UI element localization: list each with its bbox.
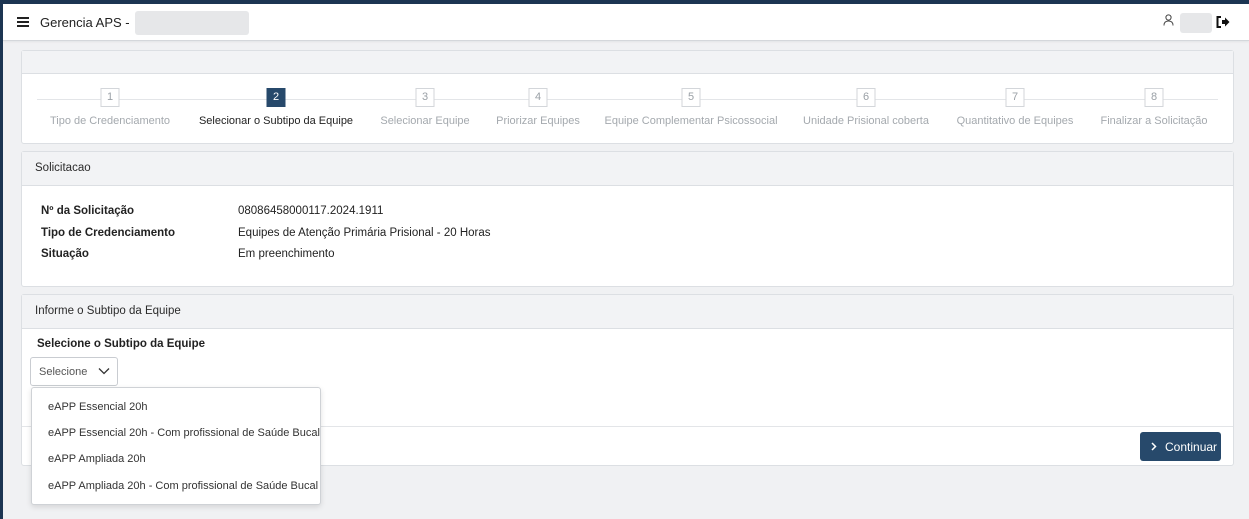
step-label: Unidade Prisional coberta bbox=[803, 115, 929, 127]
logout-icon[interactable] bbox=[1216, 16, 1230, 28]
chevron-down-icon bbox=[98, 368, 110, 375]
user-name bbox=[1180, 13, 1212, 33]
stepper-card-header bbox=[22, 51, 1233, 74]
top-navbar: Gerencia APS - bbox=[3, 4, 1249, 41]
step-number: 6 bbox=[856, 88, 876, 107]
dropdown-option[interactable]: eAPP Essencial 20h - Com profissional de… bbox=[48, 427, 320, 439]
step-label: Equipe Complementar Psicossocial bbox=[604, 115, 778, 127]
step-number: 2 bbox=[266, 88, 286, 107]
field-label: Situação bbox=[41, 248, 89, 260]
window-top-border bbox=[0, 0, 1249, 4]
solicitacao-card: Solicitacao Nº da Solicitação 0808645800… bbox=[21, 151, 1234, 287]
step-label: Selecionar Equipe bbox=[380, 115, 470, 127]
subtipo-dropdown-menu: eAPP Essencial 20h eAPP Essencial 20h - … bbox=[31, 387, 321, 505]
field-value: 08086458000117.2024.1911 bbox=[238, 205, 384, 217]
app-title: Gerencia APS - bbox=[40, 15, 130, 30]
step-label: Quantitativo de Equipes bbox=[956, 115, 1074, 127]
step-number: 7 bbox=[1005, 88, 1025, 107]
dropdown-option[interactable]: eAPP Ampliada 20h - Com profissional de … bbox=[48, 480, 318, 492]
solicitacao-card-title: Solicitacao bbox=[22, 152, 1233, 186]
field-value: Equipes de Atenção Primária Prisional - … bbox=[238, 227, 491, 239]
step-label: Selecionar o Subtipo da Equipe bbox=[198, 115, 354, 127]
step-label: Priorizar Equipes bbox=[496, 115, 580, 127]
subtipo-card-title: Informe o Subtipo da Equipe bbox=[22, 295, 1233, 329]
step-number: 1 bbox=[100, 88, 120, 107]
continue-button[interactable]: Continuar bbox=[1140, 432, 1221, 461]
chevron-right-icon bbox=[1151, 442, 1157, 451]
field-label: Nº da Solicitação bbox=[41, 205, 135, 217]
hamburger-menu-icon[interactable] bbox=[17, 17, 29, 27]
stepper-card: 1 Tipo de Credenciamento 2 Selecionar o … bbox=[21, 50, 1234, 144]
subtipo-select[interactable]: Selecione bbox=[30, 357, 118, 386]
dropdown-option[interactable]: eAPP Essencial 20h bbox=[48, 401, 147, 413]
subtipo-field-label: Selecione o Subtipo da Equipe bbox=[37, 338, 206, 350]
field-label: Tipo de Credenciamento bbox=[41, 227, 175, 239]
step-label: Finalizar a Solicitação bbox=[1100, 115, 1208, 127]
step-number: 8 bbox=[1144, 88, 1164, 107]
select-value: Selecione bbox=[39, 366, 88, 378]
field-value: Em preenchimento bbox=[238, 248, 335, 260]
step-number: 4 bbox=[528, 88, 548, 107]
continue-button-label: Continuar bbox=[1165, 439, 1218, 454]
step-number: 5 bbox=[681, 88, 701, 107]
stepper-line bbox=[37, 99, 1218, 100]
step-label: Tipo de Credenciamento bbox=[49, 115, 171, 127]
redacted-title-block bbox=[135, 11, 249, 35]
user-icon[interactable] bbox=[1163, 14, 1174, 26]
step-number: 3 bbox=[415, 88, 435, 107]
window-left-border bbox=[0, 0, 3, 519]
dropdown-option[interactable]: eAPP Ampliada 20h bbox=[48, 453, 146, 465]
